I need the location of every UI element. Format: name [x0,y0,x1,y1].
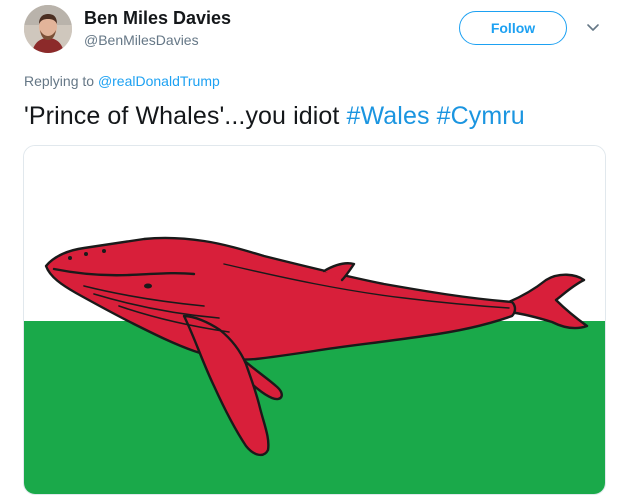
follow-button[interactable]: Follow [459,11,567,45]
chevron-down-icon[interactable] [584,21,602,35]
user-avatar-photo-icon [24,5,72,53]
display-name[interactable]: Ben Miles Davies [84,8,231,29]
avatar[interactable] [24,5,72,53]
tweet-body: 'Prince of Whales'...you idiot [24,102,347,130]
hashtag-cymru[interactable]: #Cymru [437,102,525,130]
replying-to-line: Replying to @realDonaldTrump [24,73,220,89]
replying-to-label: Replying to [24,73,98,89]
tweet-card: Ben Miles Davies @BenMilesDavies Follow … [0,0,634,496]
tweet-image[interactable] [23,145,606,495]
mention-link[interactable]: @realDonaldTrump [98,73,220,89]
tweet-text: 'Prince of Whales'...you idiot #Wales #C… [24,102,525,131]
user-handle[interactable]: @BenMilesDavies [84,32,199,48]
welsh-flag-whale-image [24,146,605,494]
hashtag-wales[interactable]: #Wales [347,102,430,130]
